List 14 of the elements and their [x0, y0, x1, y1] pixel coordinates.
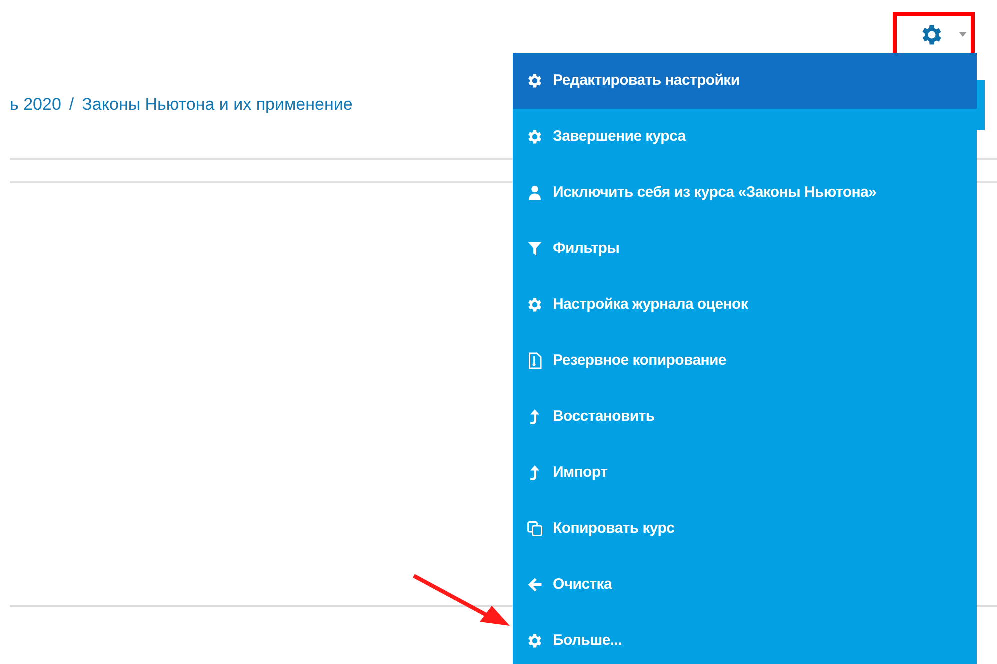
copy-icon	[526, 520, 544, 538]
caret-icon	[959, 32, 967, 37]
breadcrumb-separator: /	[69, 94, 74, 116]
file-icon	[526, 352, 544, 370]
breadcrumb-link[interactable]: ь 2020	[10, 92, 62, 118]
menu-item[interactable]: Редактировать настройки	[513, 53, 977, 109]
gear-icon	[526, 632, 544, 650]
filter-icon	[526, 240, 544, 258]
gear-icon	[526, 128, 544, 146]
gear-icon	[526, 72, 544, 90]
breadcrumb-link[interactable]: Законы Ньютона и их применение	[82, 92, 353, 118]
arrow-left-icon	[526, 576, 544, 594]
user-icon	[526, 184, 544, 202]
gear-icon	[526, 296, 544, 314]
